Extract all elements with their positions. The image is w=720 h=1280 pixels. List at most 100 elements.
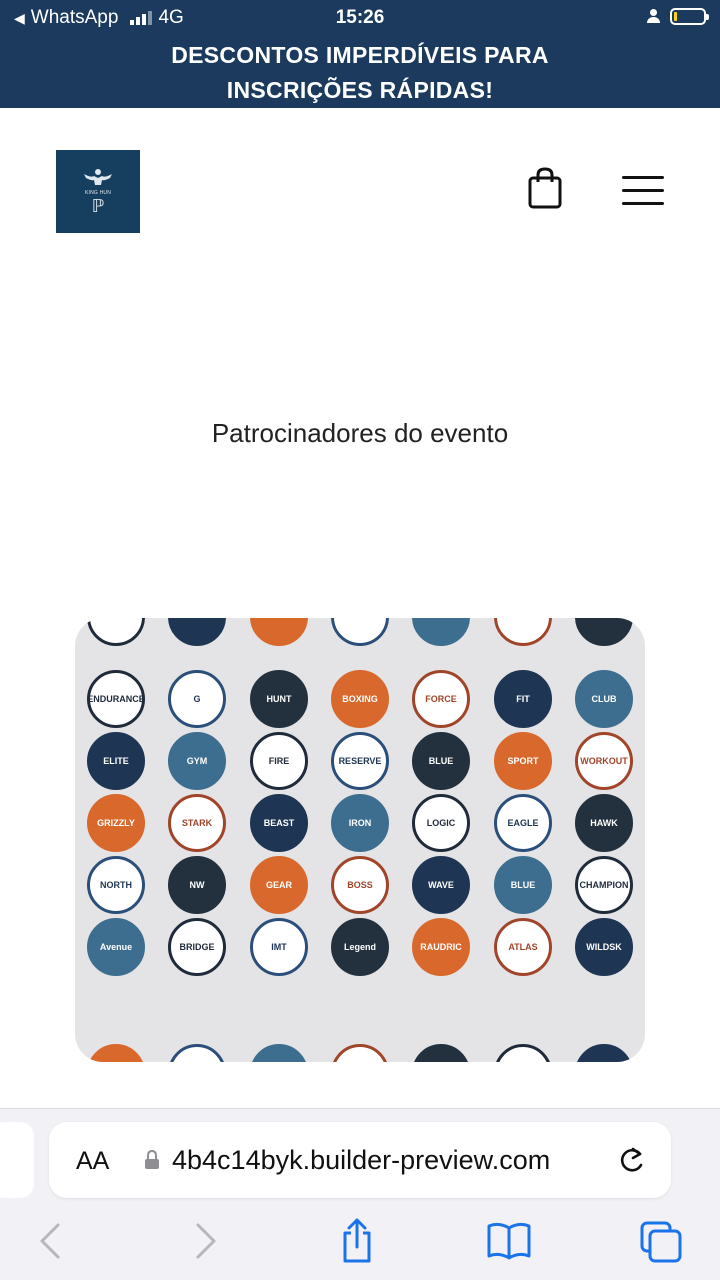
sponsor-logo: HUNT <box>250 670 308 728</box>
sponsor-logo: EAGLE <box>494 794 552 852</box>
sponsor-logo: Legend <box>331 918 389 976</box>
sponsor-logo: BRIDGE <box>168 918 226 976</box>
person-icon <box>646 8 660 25</box>
sponsor-logo-label: GRIZZLY <box>97 818 135 828</box>
sponsor-logo-label: EAGLE <box>507 818 539 828</box>
sponsor-logo-partial <box>250 618 308 646</box>
sponsor-logo-label: ATLAS <box>508 942 538 952</box>
sponsor-logo: BLUE <box>494 856 552 914</box>
hamburger-menu-icon[interactable] <box>620 172 666 210</box>
sponsor-logo: WILDSK <box>575 918 633 976</box>
sponsor-logo-label: G <box>193 694 201 704</box>
sponsor-logo-partial <box>168 1044 226 1062</box>
share-icon[interactable] <box>332 1218 382 1264</box>
sponsor-logo: BOSS <box>331 856 389 914</box>
sponsor-logo: ATLAS <box>494 918 552 976</box>
sponsor-logo-partial <box>575 1044 633 1062</box>
sponsor-logo-label: ELITE <box>103 756 129 766</box>
site-logo[interactable]: KING HUN ℙ <box>56 150 140 233</box>
sponsor-logo-label: NORTH <box>100 880 132 890</box>
sponsor-logo-label: SPORT <box>507 756 539 766</box>
sponsor-logo-partial <box>412 1044 470 1062</box>
sponsor-logo-label: BRIDGE <box>179 942 215 952</box>
sponsor-logo: WAVE <box>412 856 470 914</box>
sponsor-logo: IRON <box>331 794 389 852</box>
sponsor-logo: Avenue <box>87 918 145 976</box>
shopping-bag-icon[interactable] <box>527 166 563 210</box>
sponsor-logo-label: STARK <box>181 818 213 828</box>
sponsor-logo: IMT <box>250 918 308 976</box>
bookmarks-icon[interactable] <box>484 1218 534 1264</box>
sponsor-logo-label: FIRE <box>268 756 290 766</box>
sponsor-logo-label: BLUE <box>510 880 536 890</box>
sponsor-logo-label: Legend <box>343 942 376 952</box>
sponsor-logo-label: HAWK <box>590 818 618 828</box>
sponsor-logo-label: CHAMPION <box>579 880 629 890</box>
promo-line-1: DESCONTOS IMPERDÍVEIS PARA <box>171 42 549 68</box>
sponsor-logo-label: HUNT <box>266 694 292 704</box>
section-title: Patrocinadores do evento <box>211 418 509 448</box>
sponsor-logo-label: NW <box>189 880 205 890</box>
sponsor-logo-label: IMT <box>271 942 287 952</box>
sponsor-logo: WORKOUT <box>575 732 633 790</box>
back-icon[interactable] <box>26 1218 76 1264</box>
sponsor-logo: GYM <box>168 732 226 790</box>
reader-settings-button[interactable]: AA <box>76 1147 109 1176</box>
previous-tab-preview[interactable] <box>0 1122 34 1198</box>
sponsor-logo: STARK <box>168 794 226 852</box>
sponsor-logo: NW <box>168 856 226 914</box>
status-bar: ◀ WhatsApp 4G 15:26 <box>0 0 720 36</box>
sponsor-logo: FIRE <box>250 732 308 790</box>
sponsor-logo-label: WORKOUT <box>580 756 628 766</box>
sponsor-logo: NORTH <box>87 856 145 914</box>
top-banner: ◀ WhatsApp 4G 15:26 DESCONTOS IMPERDÍVEI… <box>0 0 720 108</box>
forward-icon[interactable] <box>180 1218 230 1264</box>
sponsor-logo: CLUB <box>575 670 633 728</box>
sponsor-logo: GRIZZLY <box>87 794 145 852</box>
sponsor-logo-label: BOXING <box>342 694 378 704</box>
sponsor-logo: RESERVE <box>331 732 389 790</box>
sponsor-logo-partial <box>412 618 470 646</box>
sponsor-logo: BOXING <box>331 670 389 728</box>
sponsor-logo: SPORT <box>494 732 552 790</box>
status-right <box>646 8 709 25</box>
sponsor-logo-label: RAUDRIC <box>420 942 462 952</box>
strongman-icon <box>84 169 112 185</box>
sponsor-logo-label: GYM <box>186 756 208 766</box>
promo-banner[interactable]: DESCONTOS IMPERDÍVEIS PARA INSCRIÇÕES RÁ… <box>0 38 720 108</box>
sponsor-logo-label: ENDURANCE <box>87 694 145 704</box>
sponsor-logo-partial <box>87 618 145 646</box>
sponsor-logo-partial <box>494 618 552 646</box>
sponsor-logo: FIT <box>494 670 552 728</box>
sponsor-logo: RAUDRIC <box>412 918 470 976</box>
status-time: 15:26 <box>335 7 385 28</box>
sponsor-logo-label: BEAST <box>263 818 295 828</box>
sponsor-logo-label: FORCE <box>425 694 457 704</box>
sponsor-logo-label: WILDSK <box>586 942 622 952</box>
sponsor-logo-partial <box>331 618 389 646</box>
sponsor-logo: ELITE <box>87 732 145 790</box>
reload-icon[interactable] <box>619 1145 647 1175</box>
sponsor-logo: HAWK <box>575 794 633 852</box>
sponsor-logo-label: Avenue <box>99 942 133 952</box>
promo-line-2: INSCRIÇÕES RÁPIDAS! <box>226 77 494 103</box>
sponsor-logo-label: WAVE <box>428 880 454 890</box>
sponsor-logo-label: BOSS <box>347 880 373 890</box>
battery-icon <box>670 8 709 25</box>
sponsor-logo-label: CLUB <box>591 694 617 704</box>
sponsor-logo-label: BLUE <box>428 756 454 766</box>
sponsor-logo-partial <box>250 1044 308 1062</box>
sponsor-logo-partial <box>87 1044 145 1062</box>
sponsor-logo: ENDURANCE <box>87 670 145 728</box>
sponsor-logo-label: FIT <box>516 694 530 704</box>
sponsor-logo-label: GEAR <box>265 880 292 890</box>
sponsor-logo-label: RESERVE <box>338 756 382 766</box>
sponsor-logo-label: IRON <box>348 818 372 828</box>
sponsor-logo-partial <box>575 618 633 646</box>
tabs-icon[interactable] <box>636 1218 686 1264</box>
sponsor-logo: FORCE <box>412 670 470 728</box>
lock-icon <box>145 1150 159 1169</box>
sponsor-logo: LOGIC <box>412 794 470 852</box>
sponsor-logo-partial <box>168 618 226 646</box>
url-text[interactable]: 4b4c14byk.builder-preview.com <box>172 1145 550 1176</box>
